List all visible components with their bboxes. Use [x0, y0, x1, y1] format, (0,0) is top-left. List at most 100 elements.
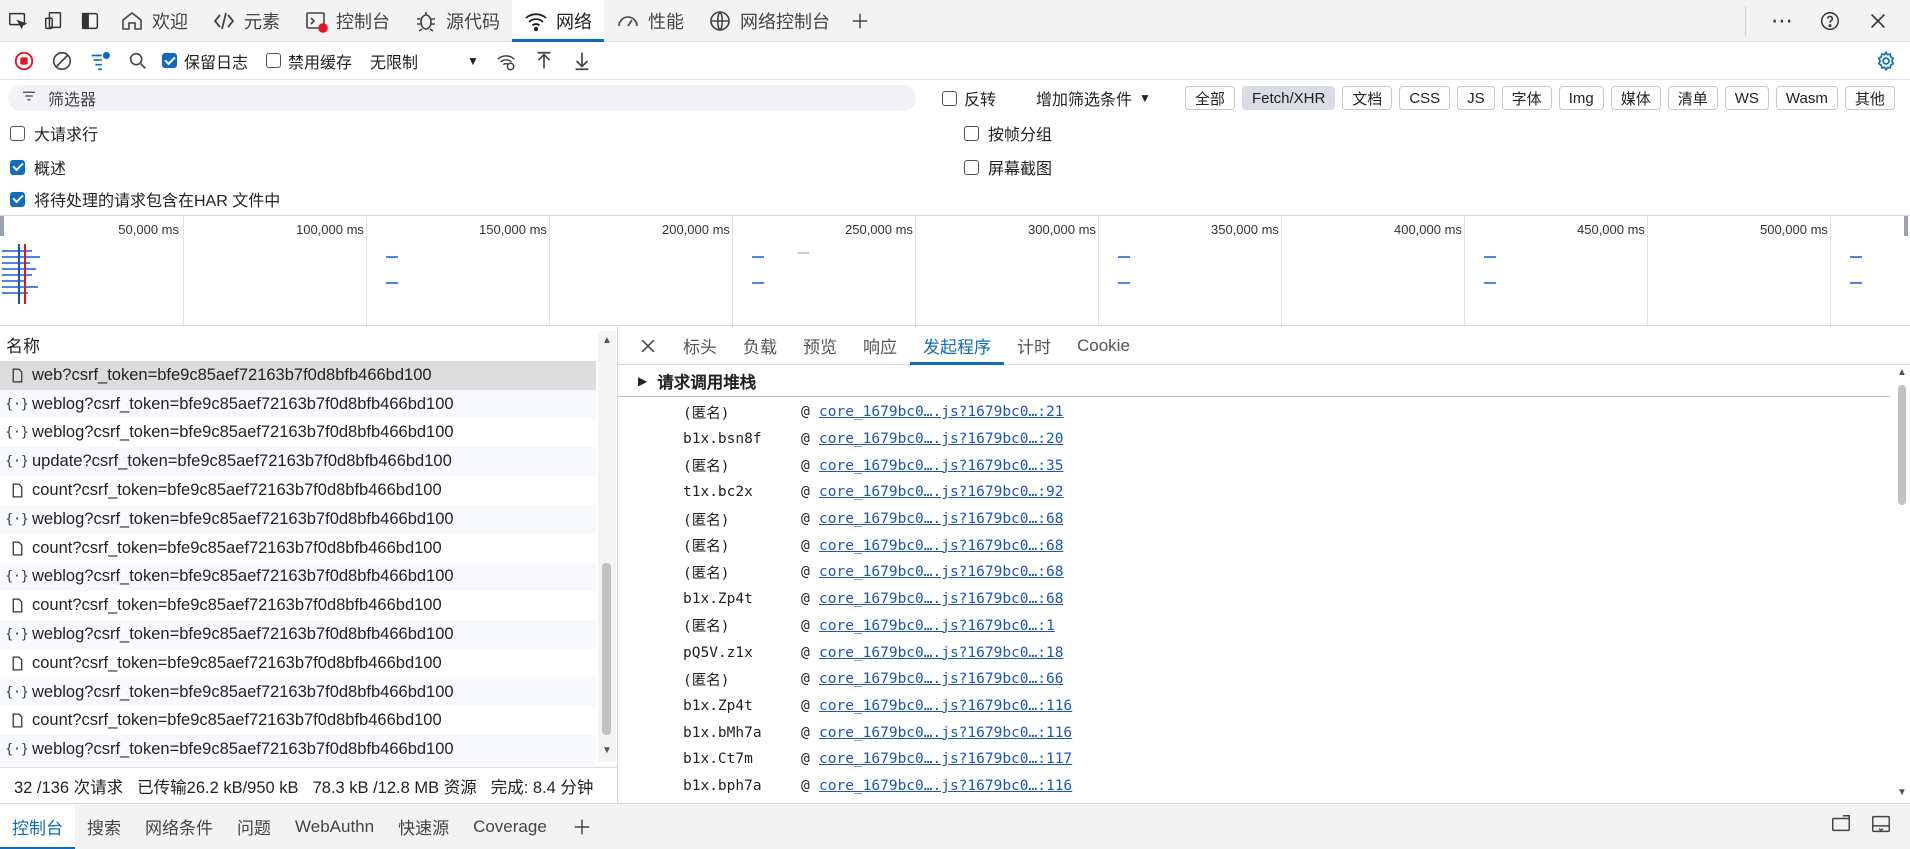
source-link[interactable]: core_1679bc0….js?1679bc0…:116: [819, 698, 1072, 714]
device-emulation-icon[interactable]: [36, 0, 72, 42]
tab-gauge[interactable]: 性能: [604, 0, 696, 42]
preserve-log-checkbox[interactable]: 保留日志: [162, 49, 248, 73]
tab-wifi[interactable]: 网络: [512, 0, 604, 42]
network-overview-timeline[interactable]: 50,000 ms 100,000 ms 150,000 ms 200,000 ms 2…: [0, 215, 1910, 327]
scroll-down-icon[interactable]: ▼: [1897, 787, 1907, 798]
filter-chip[interactable]: CSS: [1399, 86, 1451, 110]
request-list-scrollbar[interactable]: ▲ ▼: [598, 331, 616, 762]
big-rows-option[interactable]: 大请求行: [10, 121, 98, 145]
screenshots-option[interactable]: 屏幕截图: [964, 155, 1052, 179]
filter-chip[interactable]: Wasm: [1775, 86, 1838, 110]
source-link[interactable]: core_1679bc0….js?1679bc0…:18: [819, 645, 1063, 661]
throttling-select[interactable]: 无限制 ▼: [370, 49, 479, 73]
checkbox-unchecked[interactable]: [942, 90, 957, 106]
invert-checkbox[interactable]: 反转: [942, 86, 996, 110]
more-options-icon[interactable]: ⋯: [1764, 0, 1800, 42]
help-icon[interactable]: [1812, 0, 1848, 42]
group-by-frame-option[interactable]: 按帧分组: [964, 121, 1052, 145]
request-row[interactable]: count?csrf_token=bfe9c85aef72163b7f0d8bf…: [0, 591, 596, 620]
drawer-tab[interactable]: 控制台: [0, 803, 75, 849]
close-detail-icon[interactable]: [626, 327, 670, 365]
network-conditions-icon[interactable]: [492, 47, 520, 75]
detail-tab[interactable]: 标头: [670, 327, 730, 365]
request-row[interactable]: {·} weblog?csrf_token=bfe9c85aef72163b7f0…: [0, 677, 596, 707]
scroll-up-icon[interactable]: ▲: [1897, 367, 1907, 378]
drawer-tab[interactable]: WebAuthn: [283, 804, 386, 849]
source-link[interactable]: core_1679bc0….js?1679bc0…:92: [819, 484, 1063, 500]
clear-log-icon[interactable]: [48, 47, 76, 75]
drawer-tab[interactable]: 问题: [225, 804, 283, 849]
source-link[interactable]: core_1679bc0….js?1679bc0…:1: [819, 618, 1055, 634]
filter-chip[interactable]: Img: [1558, 86, 1604, 110]
close-devtools-icon[interactable]: [1860, 0, 1896, 42]
request-row[interactable]: {·} weblog?csrf_token=bfe9c85aef72163b7f0…: [0, 735, 596, 764]
request-row[interactable]: count?csrf_token=bfe9c85aef72163b7f0d8bf…: [0, 534, 596, 563]
overview-right-handle[interactable]: [1904, 216, 1908, 236]
scrollbar-thumb[interactable]: [1898, 385, 1906, 505]
request-row[interactable]: {·} weblog?csrf_token=bfe9c85aef72163b7f0…: [0, 419, 596, 448]
source-link[interactable]: core_1679bc0….js?1679bc0…:116: [819, 725, 1072, 741]
drawer-tab[interactable]: 网络条件: [133, 804, 225, 849]
detail-scrollbar[interactable]: ▲ ▼: [1894, 365, 1910, 803]
checkbox-unchecked[interactable]: [964, 159, 979, 175]
record-stop-icon[interactable]: [10, 47, 38, 75]
detail-tab[interactable]: 响应: [850, 327, 910, 365]
filter-chip[interactable]: 文档: [1342, 86, 1393, 110]
export-har-icon[interactable]: [568, 47, 596, 75]
request-call-stack-header[interactable]: ▶ 请求调用堆栈: [618, 365, 1890, 397]
request-row[interactable]: {·} weblog?csrf_token=bfe9c85aef72163b7f0…: [0, 389, 596, 419]
source-link[interactable]: core_1679bc0….js?1679bc0…:68: [819, 511, 1063, 527]
detail-tab[interactable]: 预览: [790, 327, 850, 365]
scroll-down-icon[interactable]: ▼: [602, 745, 612, 756]
scroll-up-icon[interactable]: ▲: [602, 335, 612, 346]
filter-chip[interactable]: WS: [1724, 86, 1769, 110]
disable-cache-checkbox[interactable]: 禁用缓存: [266, 49, 352, 73]
tab-bug[interactable]: 源代码: [402, 0, 512, 42]
checkbox-unchecked[interactable]: [964, 125, 979, 141]
tab-home[interactable]: 欢迎: [108, 0, 200, 42]
filter-chip[interactable]: 字体: [1501, 86, 1552, 110]
request-row[interactable]: {·} weblog?csrf_token=bfe9c85aef72163b7f0…: [0, 504, 596, 534]
source-link[interactable]: core_1679bc0….js?1679bc0…:116: [819, 778, 1072, 794]
tab-code[interactable]: 元素: [200, 0, 292, 42]
checkbox-unchecked[interactable]: [10, 125, 25, 141]
checkbox-checked[interactable]: [10, 191, 25, 207]
drawer-tab[interactable]: 快速源: [386, 804, 461, 849]
inspect-element-icon[interactable]: [0, 0, 36, 42]
filter-chip[interactable]: Fetch/XHR: [1241, 86, 1336, 110]
source-link[interactable]: core_1679bc0….js?1679bc0…:68: [819, 591, 1063, 607]
filter-settings-icon[interactable]: [86, 47, 114, 75]
filter-chip[interactable]: JS: [1457, 86, 1495, 110]
drawer-tab[interactable]: 搜索: [75, 804, 133, 849]
more-tabs-plus-icon[interactable]: [842, 0, 878, 42]
request-row[interactable]: {·} weblog?csrf_token=bfe9c85aef72163b7f0…: [0, 562, 596, 592]
source-link[interactable]: core_1679bc0….js?1679bc0…:68: [819, 564, 1063, 580]
scrollbar-thumb[interactable]: [602, 563, 611, 735]
detail-tab[interactable]: 计时: [1004, 327, 1064, 365]
har-pending-option[interactable]: 将待处理的请求包含在HAR 文件中: [10, 187, 280, 211]
detail-tab[interactable]: Cookie: [1064, 327, 1143, 365]
checkbox-unchecked[interactable]: [266, 53, 282, 68]
tab-console[interactable]: 控制台: [292, 0, 402, 42]
undock-drawer-icon[interactable]: [1830, 813, 1852, 840]
request-row[interactable]: count?csrf_token=bfe9c85aef72163b7f0d8bf…: [0, 649, 596, 678]
detail-tab[interactable]: 发起程序: [910, 327, 1004, 365]
request-row[interactable]: {·} update?csrf_token=bfe9c85aef72163b7f0…: [0, 447, 596, 477]
overview-option[interactable]: 概述: [10, 155, 66, 179]
filter-chip[interactable]: 其他: [1844, 86, 1895, 110]
more-filters-dropdown[interactable]: 增加筛选条件 ▼: [1036, 86, 1151, 110]
request-row[interactable]: web?csrf_token=bfe9c85aef72163b7f0d8bfb4…: [0, 361, 596, 390]
request-row[interactable]: {·} weblog?csrf_token=bfe9c85aef72163b7f0…: [0, 620, 596, 649]
close-drawer-icon[interactable]: [1870, 813, 1892, 840]
import-har-icon[interactable]: [530, 47, 558, 75]
filter-chip[interactable]: 媒体: [1610, 86, 1661, 110]
source-link[interactable]: core_1679bc0….js?1679bc0…:21: [819, 404, 1063, 420]
request-row[interactable]: count?csrf_token=bfe9c85aef72163b7f0d8bf…: [0, 707, 596, 736]
filter-chip[interactable]: 清单: [1667, 86, 1718, 110]
drawer-tab[interactable]: Coverage: [461, 804, 559, 849]
checkbox-checked[interactable]: [10, 159, 25, 175]
add-drawer-tab-icon[interactable]: [559, 804, 605, 849]
source-link[interactable]: core_1679bc0….js?1679bc0…:66: [819, 671, 1063, 687]
source-link[interactable]: core_1679bc0….js?1679bc0…:117: [819, 751, 1072, 767]
source-link[interactable]: core_1679bc0….js?1679bc0…:35: [819, 458, 1063, 474]
